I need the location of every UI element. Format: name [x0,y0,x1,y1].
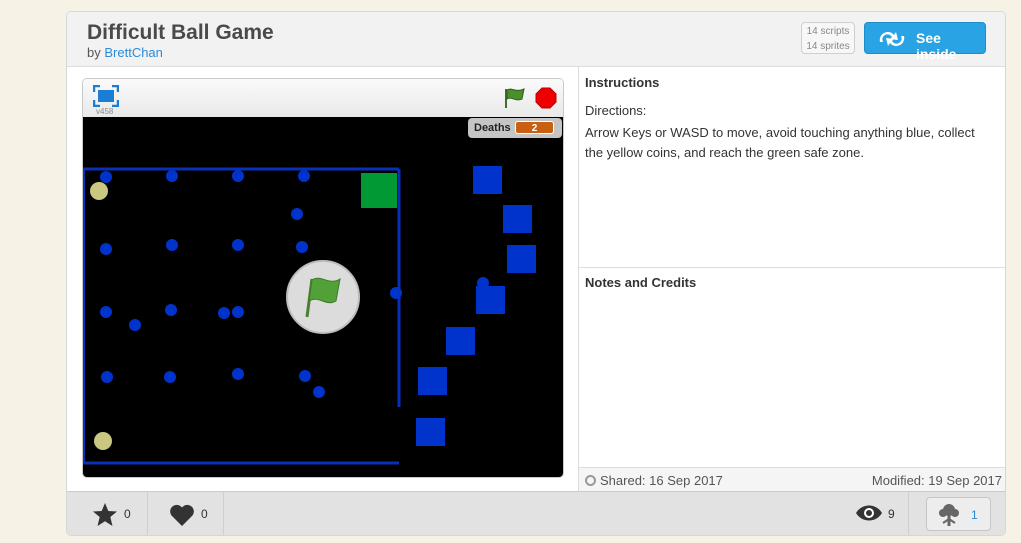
project-dates: Shared: 16 Sep 2017 Modified: 19 Sep 201… [579,467,1005,493]
green-flag-icon[interactable] [503,87,527,114]
notes-panel: Notes and Credits [579,267,1005,467]
deaths-label: Deaths [474,122,511,134]
remixes-button[interactable]: 1 [926,497,991,531]
game-stage[interactable]: Deaths 2 [83,117,563,477]
favorites-count: 0 [124,507,131,521]
project-header: Difficult Ball Game by BrettChan 14 scri… [67,12,1005,67]
instructions-heading: Instructions [585,75,660,90]
see-inside-button[interactable]: See inside [864,22,986,62]
stop-icon[interactable] [535,87,557,114]
clock-icon [585,475,596,486]
project-title: Difficult Ball Game [87,21,274,44]
safe-zone [361,173,397,208]
loves-count: 0 [201,507,208,521]
player-controls: v458 [83,79,563,118]
eye-icon [855,504,883,527]
project-player: v458 Deaths 2 [82,78,564,478]
byline: by BrettChan [87,45,163,60]
notes-heading: Notes and Credits [585,275,697,290]
project-counts: 14 scripts 14 sprites [801,22,855,54]
remix-tree-icon [936,502,962,533]
star-icon[interactable] [92,502,118,532]
scripts-count: 14 scripts [806,26,850,37]
remixes-count: 1 [971,508,978,522]
views-count: 9 [888,507,895,521]
obstacle-squares [416,166,536,446]
author-link[interactable]: BrettChan [104,45,163,60]
instructions-panel: Instructions Directions: Arrow Keys or W… [579,67,1005,268]
player-version: v458 [96,107,114,116]
stats-bar: 0 0 9 1 [67,491,1005,535]
divider [147,492,148,535]
project-sidebar: Instructions Directions: Arrow Keys or W… [578,67,1005,493]
heart-icon[interactable] [169,503,195,532]
big-green-flag-icon[interactable] [285,259,361,335]
see-inside-label: See inside [916,30,957,62]
deaths-value: 2 [515,121,554,134]
remix-arrows-icon [875,28,909,53]
sprites-count: 14 sprites [806,41,850,52]
instructions-text: Arrow Keys or WASD to move, avoid touchi… [585,125,975,160]
divider [908,492,909,535]
directions-label: Directions: [585,103,647,118]
divider [223,492,224,535]
shared-date-text: Shared: 16 Sep 2017 [600,473,723,488]
modified-date: Modified: 19 Sep 2017 [871,473,1002,488]
deaths-monitor: Deaths 2 [468,118,562,138]
byline-prefix: by [87,45,101,60]
project-card: Difficult Ball Game by BrettChan 14 scri… [66,11,1006,536]
shared-date: Shared: 16 Sep 2017 [585,473,723,488]
